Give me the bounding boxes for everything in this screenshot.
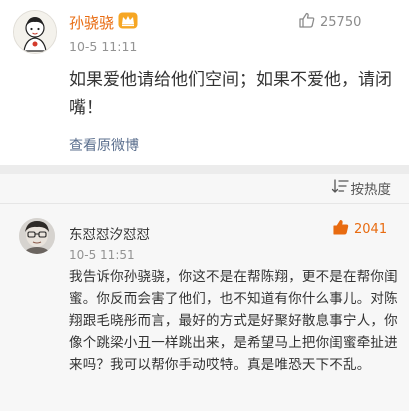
author-avatar[interactable] [13, 10, 57, 54]
commenter-avatar[interactable] [19, 218, 55, 254]
post-body-text: 如果爱他请给他们空间；如果不爱他，请闭嘴！ [69, 70, 392, 118]
post-like-button[interactable]: 25750 [298, 12, 361, 32]
comments-divider [0, 203, 409, 204]
main-post-card: 孙骁骁 10-5 11:11 25750 如果爱他请给他们空间；如果不爱他，请闭… [0, 0, 409, 165]
comment-timestamp: 10-5 11:51 [69, 248, 135, 262]
thumb-up-icon [298, 11, 316, 33]
post-author-name[interactable]: 孙骁骁 [69, 12, 114, 33]
sort-lines-icon [331, 178, 349, 198]
thumb-up-icon [332, 218, 350, 240]
section-separator [0, 165, 409, 174]
comments-panel: 按热度 东怼怼汐怼怼 10-5 11:51 2041 我告诉你孙骁骁，你这不是在… [0, 174, 409, 411]
post-timestamp: 10-5 11:11 [69, 39, 138, 54]
sort-label: 按热度 [350, 182, 392, 198]
comment-body-text: 我告诉你孙骁骁，你这不是在帮陈翔，更不是在帮你闺蜜。你反而会害了他们，也不知道有… [69, 269, 398, 373]
comment-like-count: 2041 [354, 221, 388, 237]
comment-like-button[interactable]: 2041 [332, 219, 387, 239]
commenter-name[interactable]: 东怼怼汐怼怼 [69, 223, 150, 243]
sort-by-hot-toggle[interactable]: 按热度 [331, 178, 392, 198]
crown-badge-icon [118, 12, 138, 29]
post-like-count: 25750 [320, 14, 362, 30]
view-original-link[interactable]: 查看原微博 [69, 135, 139, 155]
